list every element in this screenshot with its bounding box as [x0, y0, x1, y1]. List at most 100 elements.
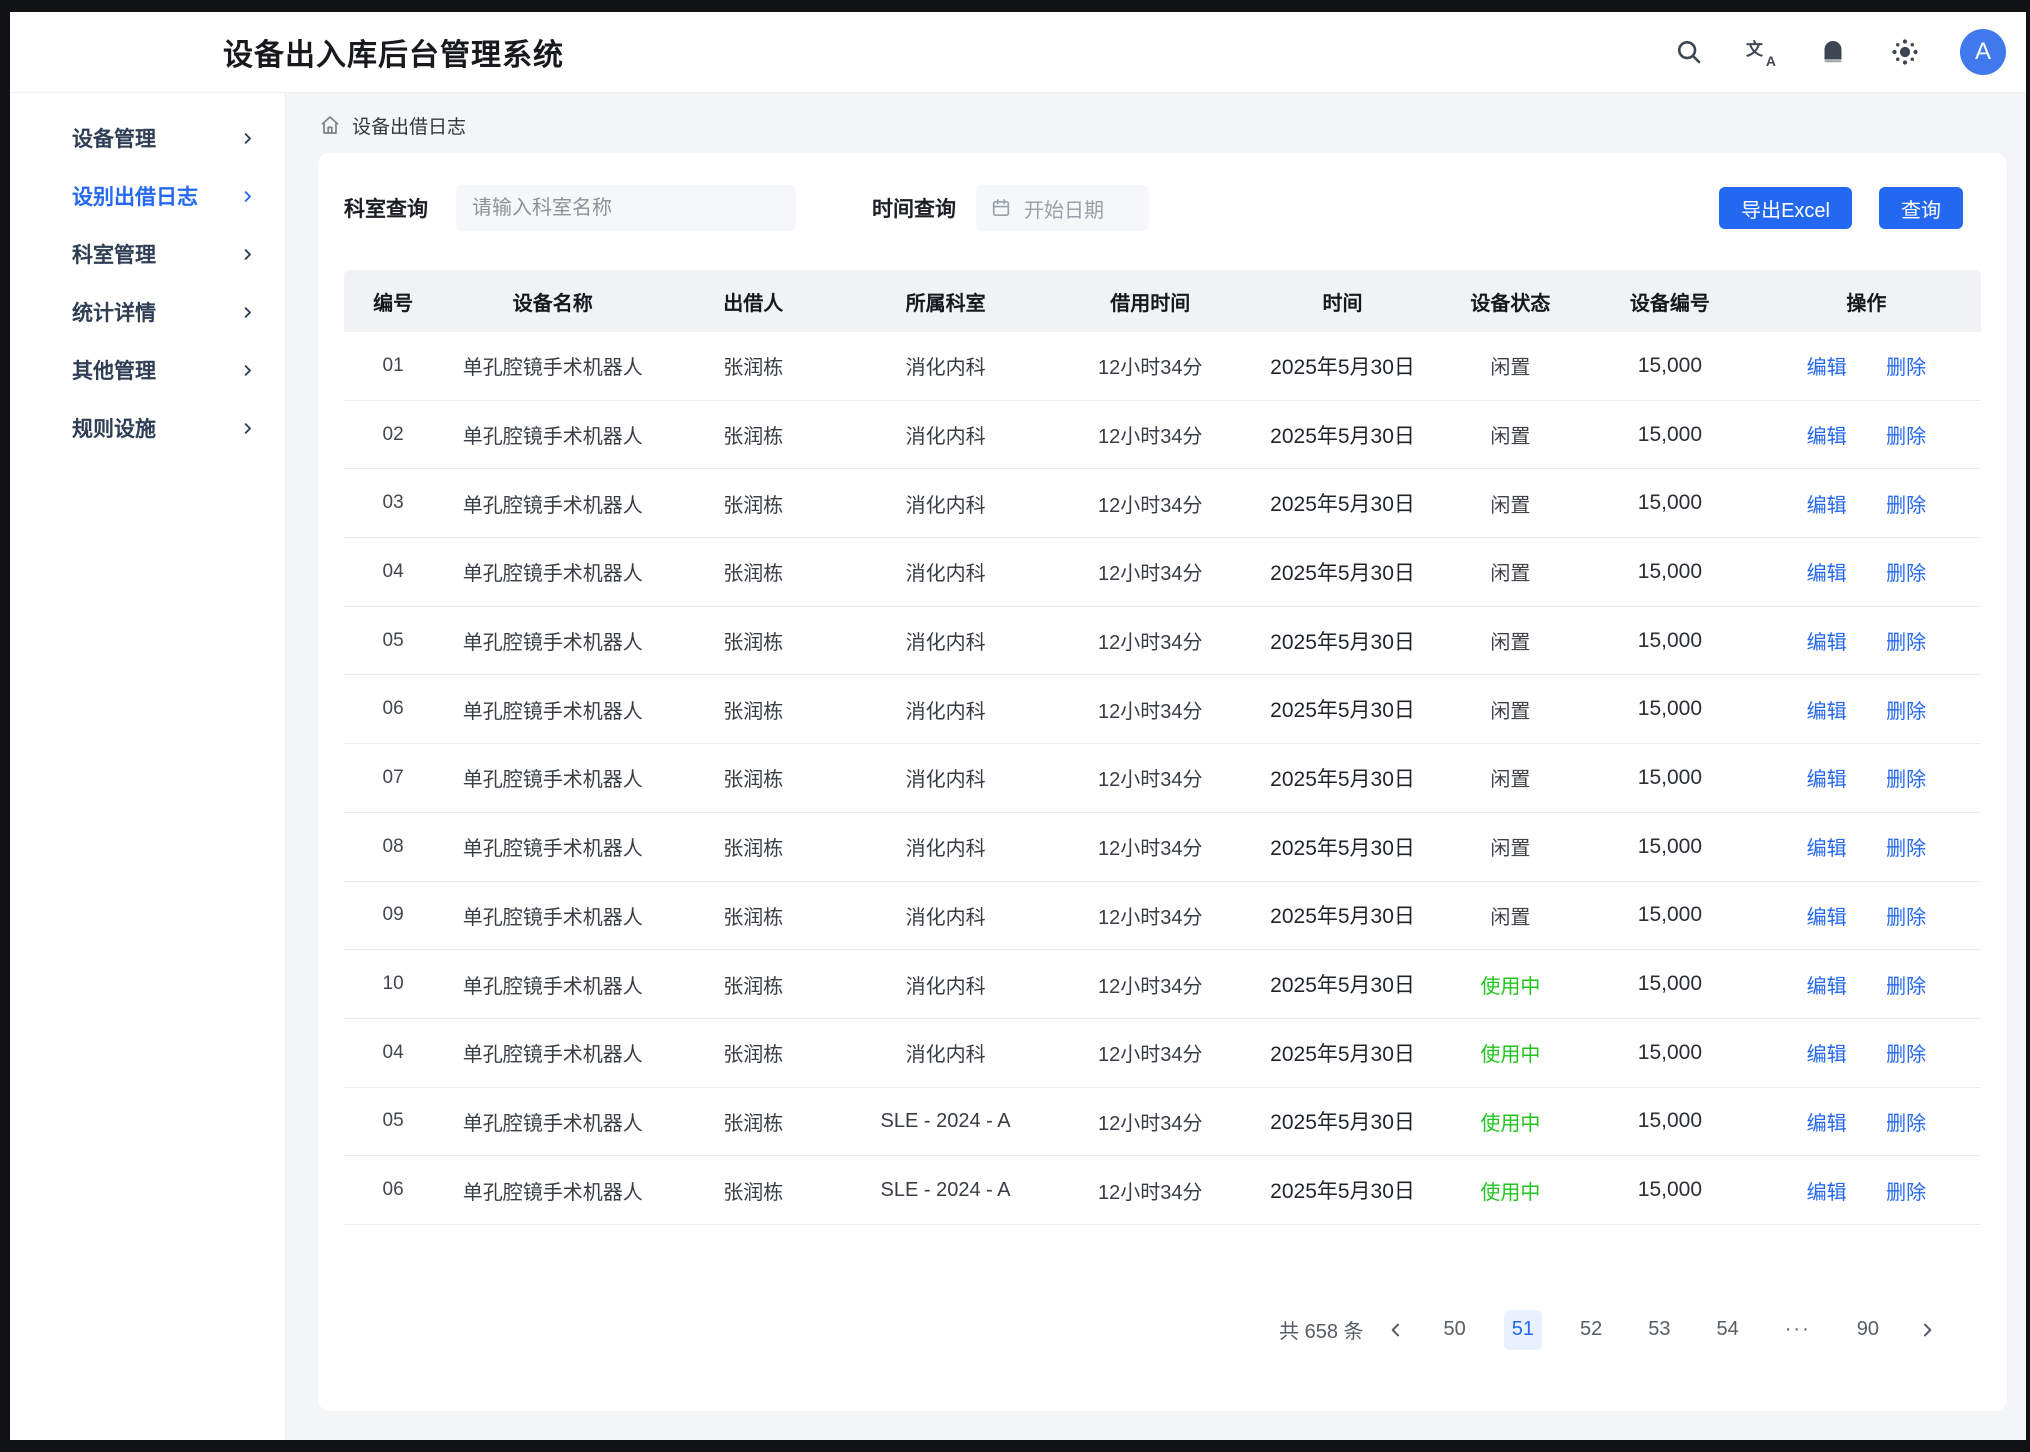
cell-device-name: 单孔腔镜手术机器人 — [442, 332, 663, 400]
page-number[interactable]: 51 — [1504, 1310, 1542, 1350]
cell-date: 2025年5月30日 — [1253, 469, 1433, 538]
search-icon[interactable] — [1672, 35, 1706, 69]
column-header: 时间 — [1253, 270, 1433, 332]
cell-lender: 张润栋 — [663, 1018, 843, 1087]
cell-borrow-duration: 12小时34分 — [1048, 400, 1253, 469]
sidebar-item[interactable]: 统计详情 — [10, 283, 285, 341]
cell-borrow-duration: 12小时34分 — [1048, 1087, 1253, 1156]
page-number[interactable]: 90 — [1849, 1310, 1887, 1350]
delete-link[interactable]: 删除 — [1886, 701, 1926, 723]
cell-device-code: 15,000 — [1588, 538, 1752, 607]
notification-icon[interactable] — [1816, 35, 1850, 69]
pagination: 共 658 条 5051525354···90 — [318, 1310, 1937, 1350]
cell-device-code: 15,000 — [1588, 606, 1752, 675]
table-row: 05 单孔腔镜手术机器人 张润栋 SLE - 2024 - A 12小时34分 … — [344, 1087, 1981, 1156]
main-area: 设备出借日志 科室查询 时间查询 开始日期 导出Excel — [286, 93, 2026, 1440]
delete-link[interactable]: 删除 — [1886, 1182, 1926, 1204]
cell-device-name: 单孔腔镜手术机器人 — [442, 881, 663, 950]
page-number[interactable]: 50 — [1436, 1310, 1474, 1350]
table-row: 08 单孔腔镜手术机器人 张润栋 消化内科 12小时34分 2025年5月30日… — [344, 812, 1981, 881]
app-title: 设备出入库后台管理系统 — [223, 30, 564, 74]
delete-link[interactable]: 删除 — [1886, 838, 1926, 860]
cell-lender: 张润栋 — [663, 538, 843, 607]
cell-actions: 编辑 删除 — [1752, 744, 1981, 813]
sidebar-item-label: 设备管理 — [72, 123, 156, 153]
column-header: 借用时间 — [1048, 270, 1253, 332]
edit-link[interactable]: 编辑 — [1807, 769, 1847, 791]
delete-link[interactable]: 删除 — [1886, 426, 1926, 448]
table-row: 07 单孔腔镜手术机器人 张润栋 消化内科 12小时34分 2025年5月30日… — [344, 744, 1981, 813]
cell-actions: 编辑 删除 — [1752, 1087, 1981, 1156]
cell-device-status: 闲置 — [1433, 332, 1589, 400]
cell-device-name: 单孔腔镜手术机器人 — [442, 1087, 663, 1156]
time-query-label: 时间查询 — [872, 193, 956, 223]
column-header: 设备状态 — [1433, 270, 1589, 332]
cell-id: 07 — [344, 744, 442, 813]
delete-link[interactable]: 删除 — [1886, 1113, 1926, 1135]
edit-link[interactable]: 编辑 — [1807, 1182, 1847, 1204]
brightness-icon[interactable] — [1888, 35, 1922, 69]
export-excel-button[interactable]: 导出Excel — [1719, 187, 1852, 229]
sidebar-item[interactable]: 其他管理 — [10, 341, 285, 399]
start-date-picker[interactable]: 开始日期 — [976, 185, 1149, 231]
sidebar-item[interactable]: 科室管理 — [10, 225, 285, 283]
page-number[interactable]: 52 — [1572, 1310, 1610, 1350]
edit-link[interactable]: 编辑 — [1807, 1113, 1847, 1135]
cell-department: 消化内科 — [843, 950, 1048, 1019]
cell-device-name: 单孔腔镜手术机器人 — [442, 1018, 663, 1087]
pagination-total: 共 658 条 — [1279, 1315, 1363, 1344]
delete-link[interactable]: 删除 — [1886, 495, 1926, 517]
edit-link[interactable]: 编辑 — [1807, 838, 1847, 860]
edit-link[interactable]: 编辑 — [1807, 1044, 1847, 1066]
edit-link[interactable]: 编辑 — [1807, 976, 1847, 998]
cell-device-status: 使用中 — [1433, 1087, 1589, 1156]
table-row: 04 单孔腔镜手术机器人 张润栋 消化内科 12小时34分 2025年5月30日… — [344, 538, 1981, 607]
dept-search-input[interactable] — [456, 185, 796, 231]
cell-borrow-duration: 12小时34分 — [1048, 332, 1253, 400]
header-actions: 文A A — [1672, 29, 2006, 75]
delete-link[interactable]: 删除 — [1886, 1044, 1926, 1066]
translate-icon[interactable]: 文A — [1744, 35, 1778, 69]
sidebar-item-label: 设别出借日志 — [72, 181, 198, 211]
delete-link[interactable]: 删除 — [1886, 907, 1926, 929]
cell-borrow-duration: 12小时34分 — [1048, 606, 1253, 675]
cell-lender: 张润栋 — [663, 332, 843, 400]
edit-link[interactable]: 编辑 — [1807, 563, 1847, 585]
edit-link[interactable]: 编辑 — [1807, 426, 1847, 448]
next-page-icon[interactable] — [1917, 1320, 1937, 1340]
edit-link[interactable]: 编辑 — [1807, 495, 1847, 517]
cell-lender: 张润栋 — [663, 812, 843, 881]
cell-department: 消化内科 — [843, 881, 1048, 950]
cell-borrow-duration: 12小时34分 — [1048, 812, 1253, 881]
edit-link[interactable]: 编辑 — [1807, 907, 1847, 929]
cell-device-name: 单孔腔镜手术机器人 — [442, 400, 663, 469]
edit-link[interactable]: 编辑 — [1807, 357, 1847, 379]
sidebar-item-label: 科室管理 — [72, 239, 156, 269]
cell-device-status: 闲置 — [1433, 812, 1589, 881]
page-number[interactable]: 54 — [1709, 1310, 1747, 1350]
cell-device-status: 使用中 — [1433, 1018, 1589, 1087]
user-avatar[interactable]: A — [1960, 29, 2006, 75]
edit-link[interactable]: 编辑 — [1807, 632, 1847, 654]
cell-id: 04 — [344, 538, 442, 607]
table-row: 06 单孔腔镜手术机器人 张润栋 消化内科 12小时34分 2025年5月30日… — [344, 675, 1981, 744]
cell-department: 消化内科 — [843, 332, 1048, 400]
search-button[interactable]: 查询 — [1879, 187, 1963, 229]
cell-date: 2025年5月30日 — [1253, 1018, 1433, 1087]
delete-link[interactable]: 删除 — [1886, 976, 1926, 998]
delete-link[interactable]: 删除 — [1886, 769, 1926, 791]
delete-link[interactable]: 删除 — [1886, 357, 1926, 379]
sidebar-item[interactable]: 规则设施 — [10, 399, 285, 457]
page-number[interactable]: 53 — [1640, 1310, 1678, 1350]
edit-link[interactable]: 编辑 — [1807, 701, 1847, 723]
sidebar-item[interactable]: 设别出借日志 — [10, 167, 285, 225]
cell-actions: 编辑 删除 — [1752, 1156, 1981, 1225]
prev-page-icon[interactable] — [1386, 1320, 1406, 1340]
cell-lender: 张润栋 — [663, 950, 843, 1019]
cell-id: 09 — [344, 881, 442, 950]
cell-borrow-duration: 12小时34分 — [1048, 675, 1253, 744]
delete-link[interactable]: 删除 — [1886, 632, 1926, 654]
delete-link[interactable]: 删除 — [1886, 563, 1926, 585]
cell-device-status: 闲置 — [1433, 538, 1589, 607]
sidebar-item[interactable]: 设备管理 — [10, 109, 285, 167]
